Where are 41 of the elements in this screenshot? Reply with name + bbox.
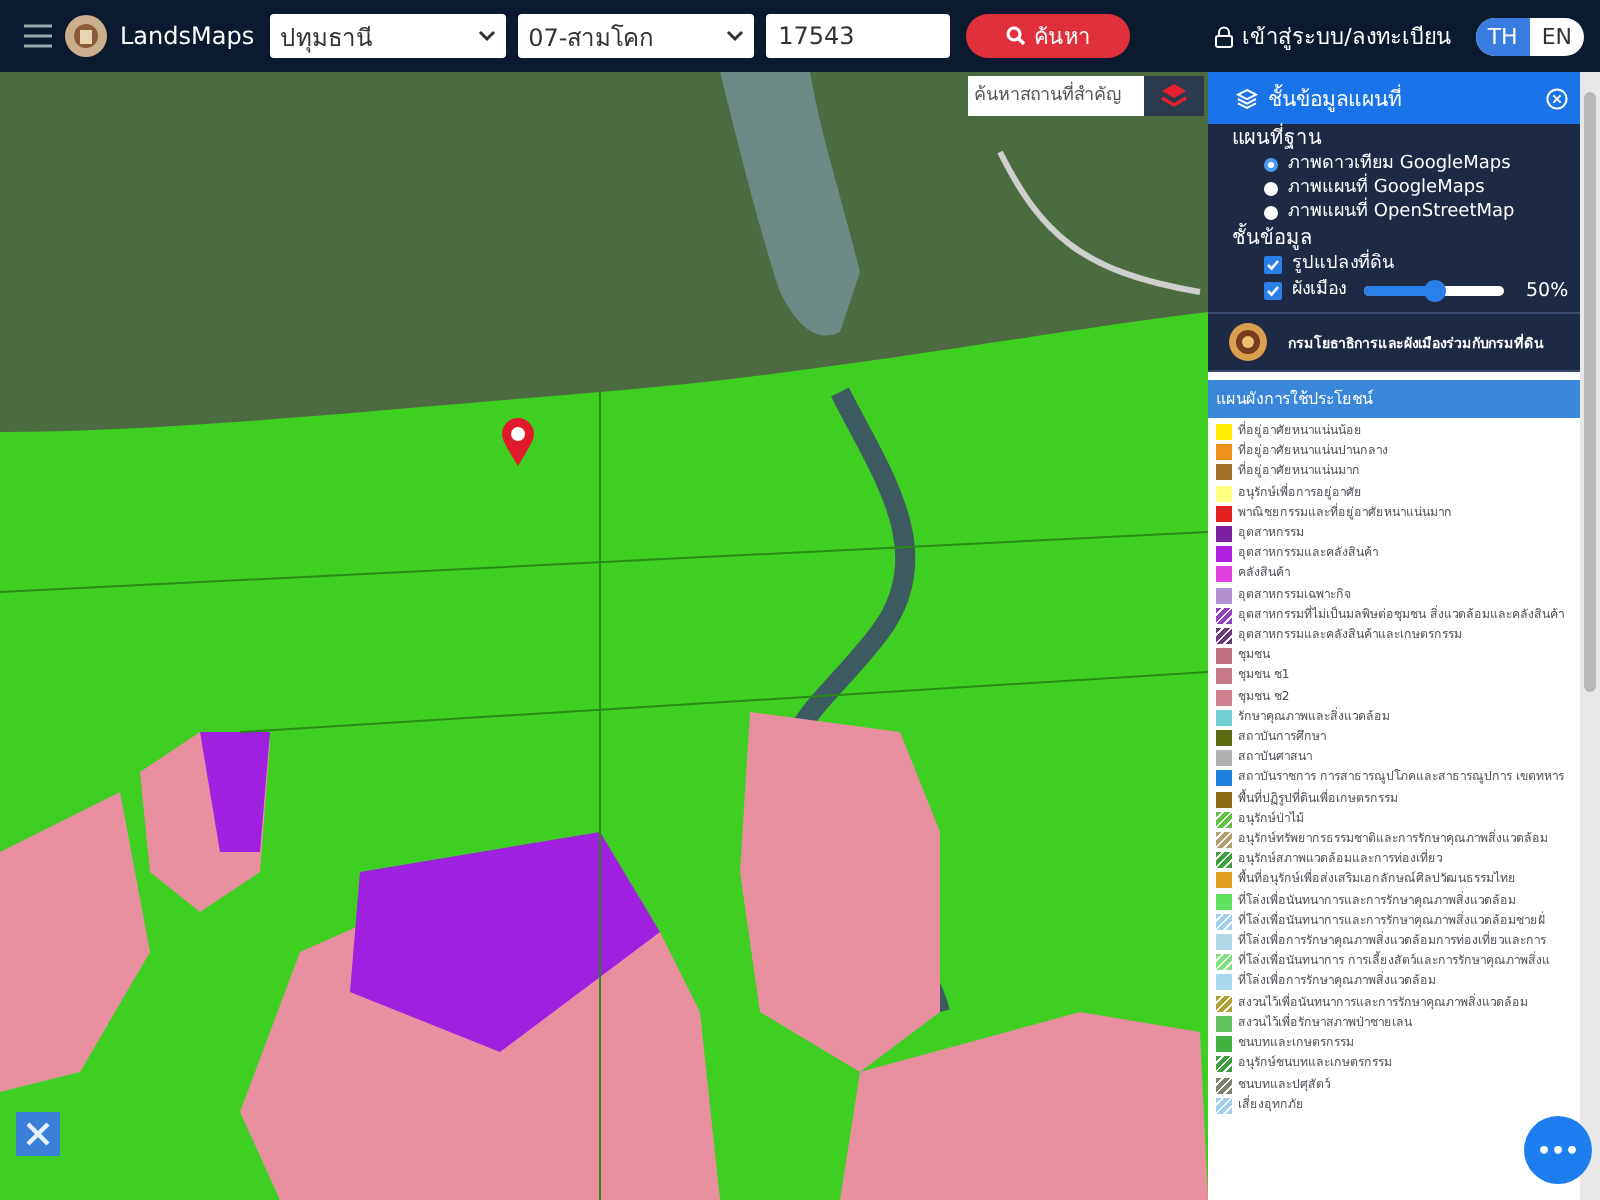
caret-icon (726, 30, 745, 42)
scrollbar[interactable] (1580, 72, 1600, 1200)
layers-icon (1160, 82, 1188, 110)
scrollbar-thumb[interactable] (1584, 92, 1596, 692)
legend-heading: แผนผังการใช้ประโยชน์ (1208, 380, 1580, 418)
opacity-slider[interactable] (1364, 286, 1504, 296)
layer-label: รูปแปลงที่ดิน (1292, 252, 1394, 278)
lock-icon (1214, 25, 1235, 47)
language-tab[interactable]: EN (1529, 17, 1584, 55)
layers-icon (1236, 87, 1258, 109)
slider-thumb[interactable] (1424, 280, 1446, 302)
section-heading: ชั้นข้อมูล (1208, 224, 1580, 252)
language-tab[interactable]: TH (1475, 17, 1530, 55)
login-link[interactable]: เข้าสู่ระบบ/ลงทะเบียน (1214, 18, 1452, 54)
radio-button[interactable] (1264, 205, 1278, 219)
caret-icon (478, 30, 497, 42)
checkbox[interactable] (1264, 282, 1282, 300)
place-search-field[interactable]: ค้นหาสถานที่สำคัญ (968, 76, 1144, 116)
layers-button[interactable] (1144, 76, 1204, 116)
basemap-option[interactable]: ภาพดาวเทียม GoogleMaps (1208, 152, 1580, 176)
parcel-number-field[interactable]: 17543 (766, 14, 951, 58)
menu-icon[interactable] (24, 24, 52, 48)
district-select[interactable]: 07-สามโคก (518, 14, 755, 58)
map-pin-icon[interactable] (500, 416, 536, 468)
radio-button[interactable] (1264, 181, 1278, 195)
section-heading: แผนที่ฐาน (1208, 124, 1580, 152)
basemap-option[interactable]: ภาพแผนที่ OpenStreetMap (1208, 200, 1580, 224)
panel-title: ชั้นข้อมูลแผนที่ (1268, 82, 1404, 115)
search-icon (1006, 26, 1027, 46)
measure-tool-button[interactable] (16, 1112, 60, 1156)
search-button[interactable]: ค้นหา (966, 14, 1131, 58)
emblem-icon (64, 14, 108, 58)
layer-label: ผังเมือง (1292, 278, 1346, 304)
close-icon[interactable] (1546, 87, 1568, 109)
radio-button[interactable] (1264, 157, 1278, 171)
checkbox[interactable] (1264, 256, 1282, 274)
basemap-option[interactable]: ภาพแผนที่ GoogleMaps (1208, 176, 1580, 200)
opacity-value: 50% (1526, 278, 1569, 304)
brand-name[interactable]: LandsMaps (120, 22, 255, 50)
emblem-icon (1228, 322, 1268, 362)
province-select[interactable]: ปทุมธานี (270, 14, 507, 58)
